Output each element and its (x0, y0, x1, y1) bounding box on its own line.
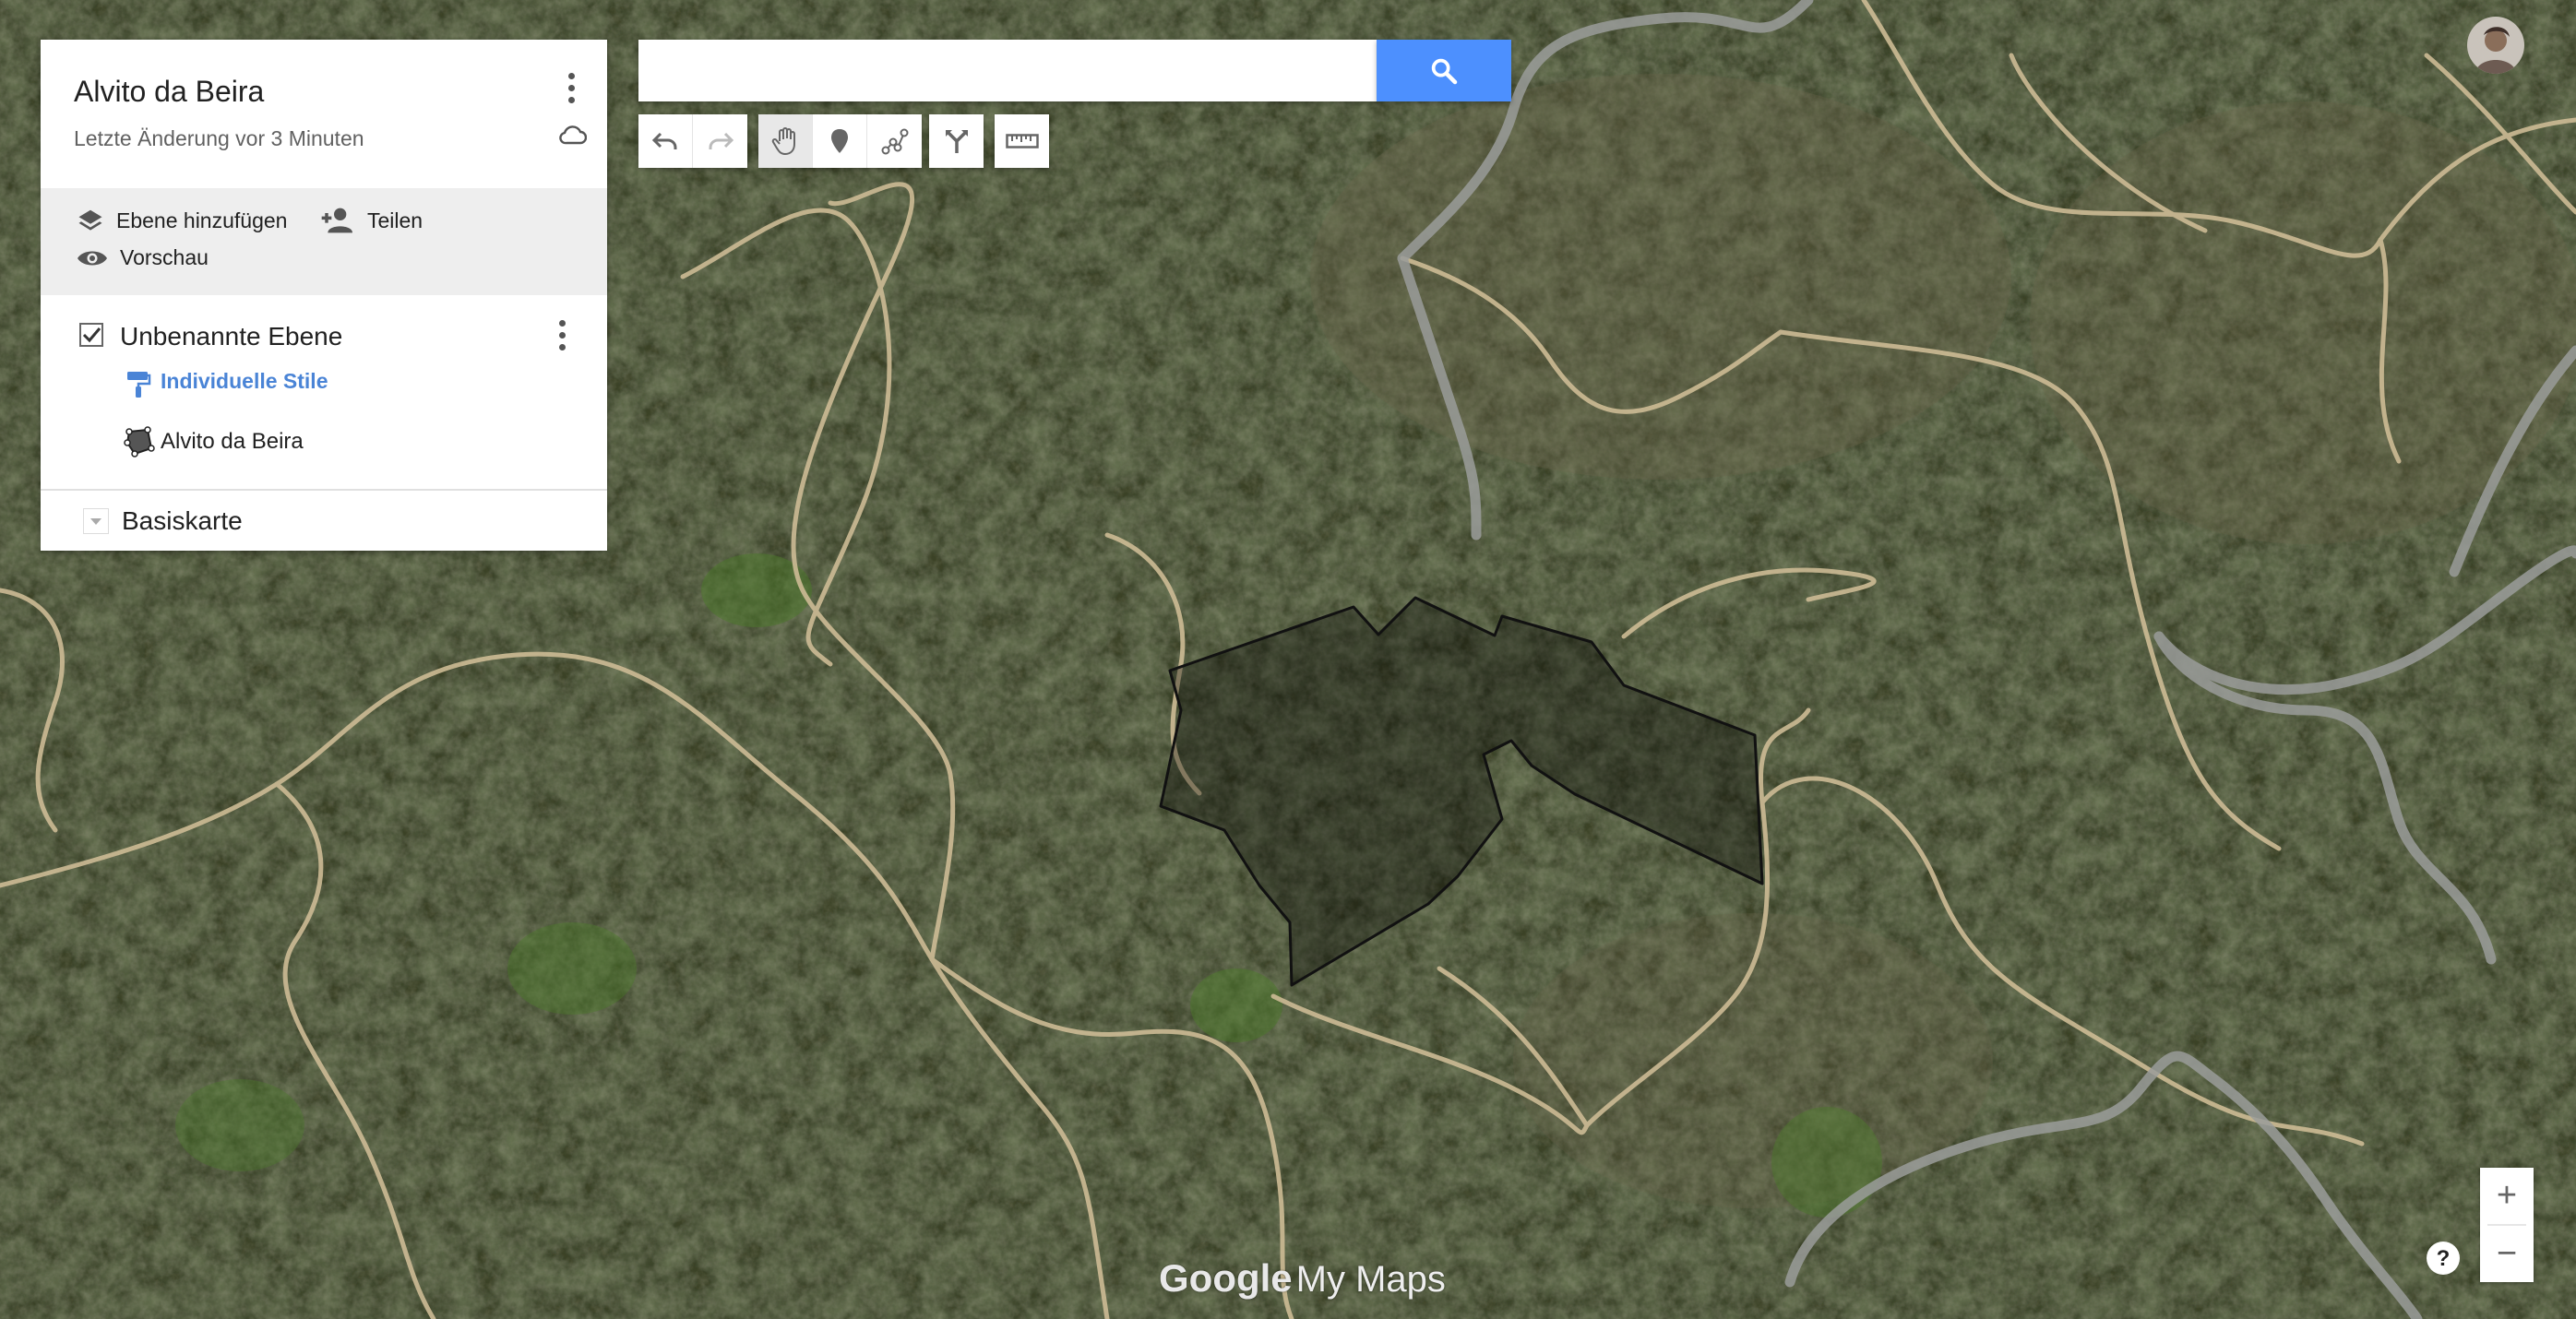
last-change-status: Letzte Änderung vor 3 Minuten (74, 126, 364, 150)
layer-name[interactable]: Unbenannte Ebene (120, 322, 342, 351)
redo-button[interactable] (693, 114, 747, 168)
select-hand-tool[interactable] (758, 114, 813, 168)
route-tool-group (929, 114, 984, 168)
preview-button[interactable]: Vorschau (76, 245, 209, 270)
map-title[interactable]: Alvito da Beira (74, 75, 264, 109)
add-person-icon (321, 208, 352, 233)
eye-icon (78, 251, 107, 265)
zoom-in-button[interactable]: + (2480, 1168, 2534, 1224)
preview-label: Vorschau (120, 245, 209, 269)
map-options-menu-icon[interactable] (557, 67, 585, 108)
add-layer-label: Ebene hinzufügen (116, 208, 288, 232)
google-my-maps-logo: Google My Maps (1159, 1256, 1446, 1301)
undo-button[interactable] (638, 114, 693, 168)
layer-options-menu-icon[interactable] (548, 315, 576, 355)
redo-icon (709, 132, 733, 149)
add-marker-tool[interactable] (813, 114, 867, 168)
svg-text:?: ? (2437, 1246, 2451, 1271)
layer-visibility-checkbox[interactable] (79, 323, 103, 347)
drawing-tools-group (758, 114, 922, 168)
marker-icon (831, 129, 848, 153)
line-icon (881, 128, 908, 155)
add-directions-tool[interactable] (929, 114, 984, 168)
undo-redo-group (638, 114, 747, 168)
search-input[interactable] (638, 40, 1377, 101)
map-panel: Alvito da Beira Letzte Änderung vor 3 Mi… (41, 40, 607, 551)
paint-roller-icon (125, 369, 151, 403)
search-button[interactable] (1377, 40, 1511, 101)
my-maps-wordmark: My Maps (1295, 1259, 1446, 1300)
map-actions: Ebene hinzufügen Teilen Vorschau (41, 188, 607, 295)
help-icon[interactable]: ? (2425, 1240, 2462, 1277)
draw-line-tool[interactable] (867, 114, 922, 168)
share-button[interactable]: Teilen (319, 207, 423, 234)
measure-distance-tool[interactable] (995, 114, 1049, 168)
share-label: Teilen (367, 208, 423, 232)
layers-icon (78, 209, 102, 231)
cloud-saved-icon (559, 125, 588, 149)
polygon-feature-icon (124, 426, 155, 462)
zoom-controls: + − (2480, 1168, 2534, 1282)
route-icon (945, 130, 968, 153)
measure-tool-group (995, 114, 1049, 168)
feature-item-alvito-da-beira[interactable]: Alvito da Beira (161, 429, 304, 455)
zoom-out-button[interactable]: − (2480, 1226, 2534, 1282)
basemap-label[interactable]: Basiskarte (122, 506, 243, 536)
search-icon (1431, 58, 1458, 84)
individual-styles-link[interactable]: Individuelle Stile (161, 369, 328, 394)
ruler-icon (1005, 134, 1039, 149)
basemap-expand-toggle[interactable] (83, 508, 109, 534)
google-wordmark: Google (1159, 1256, 1293, 1300)
triangle-down-icon (90, 517, 101, 525)
account-avatar[interactable] (2467, 17, 2524, 74)
panel-divider (41, 489, 607, 491)
hand-icon (771, 127, 795, 155)
add-layer-button[interactable]: Ebene hinzufügen (76, 207, 287, 234)
undo-icon (651, 132, 677, 149)
